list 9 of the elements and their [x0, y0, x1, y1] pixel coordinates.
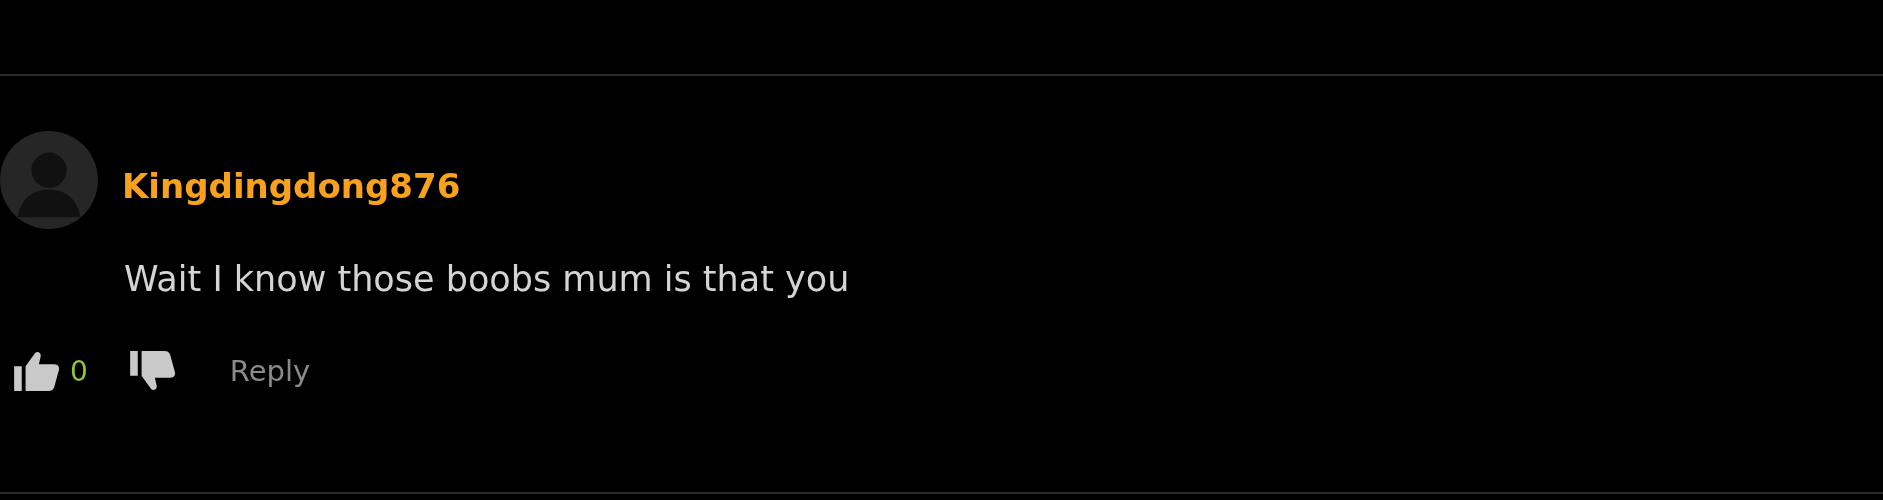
thumbs-down-icon [129, 351, 176, 391]
comment-text: Wait I know those boobs mum is that you [124, 259, 851, 299]
like-count: 0 [70, 354, 88, 388]
thumbs-up-icon [14, 351, 60, 391]
dislike-button[interactable] [129, 351, 176, 391]
avatar-icon [0, 131, 98, 229]
reply-button[interactable]: Reply [229, 354, 311, 388]
like-button[interactable] [14, 351, 60, 391]
comment-author: Kingdingdong876 [122, 166, 461, 206]
